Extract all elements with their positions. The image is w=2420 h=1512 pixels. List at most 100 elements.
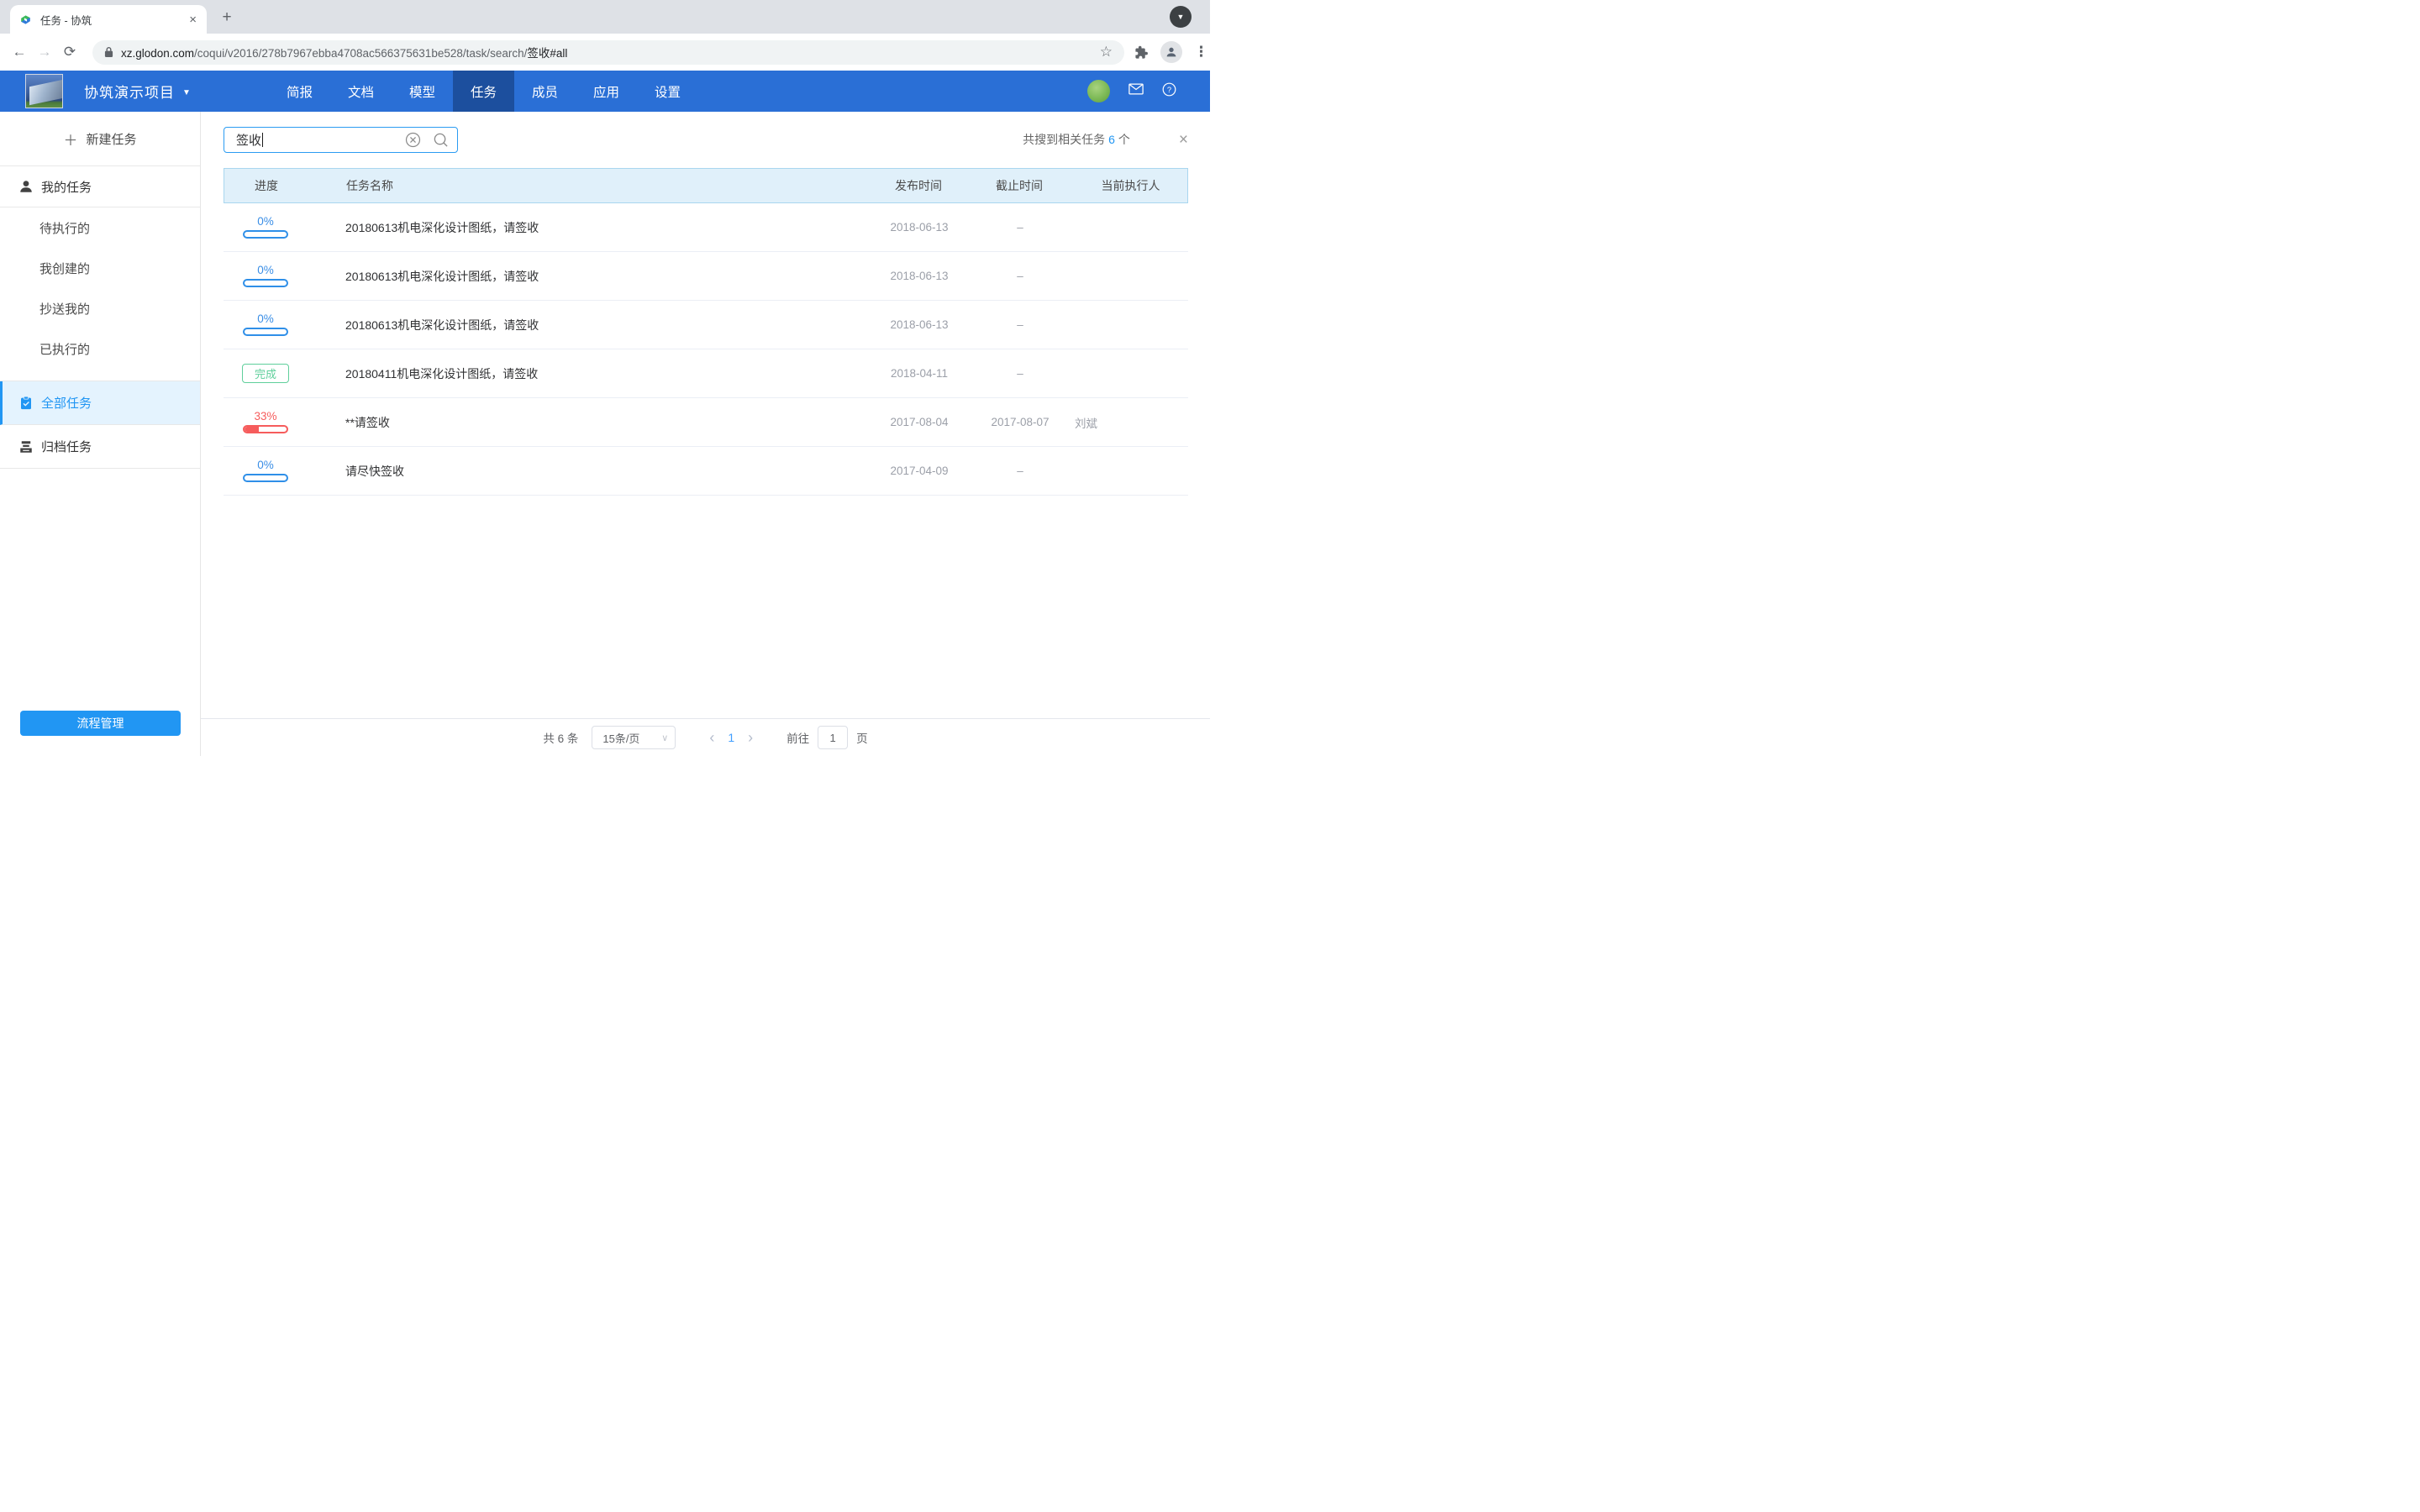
total-count: 共 6 条 — [543, 729, 578, 746]
bookmark-star-icon[interactable]: ☆ — [1095, 44, 1118, 60]
task-name[interactable]: 20180613机电深化设计图纸，请签收 — [345, 268, 865, 285]
publish-time: 2018-04-11 — [865, 367, 974, 380]
table-row[interactable]: 0% 0% 20180613机电深化设计图纸，请签收 2018-06-13 – — [224, 301, 1188, 349]
toolbar-right: ⋮ — [1134, 41, 1208, 63]
table-row[interactable]: 33% 33% **请签收 2017-08-04 2017-08-07 刘斌 — [224, 398, 1188, 447]
sidebar-item-created-by-me[interactable]: 我创建的 — [0, 248, 200, 288]
current-page[interactable]: 1 — [726, 731, 736, 744]
address-bar[interactable]: xz.glodon.com/coqui/v2016/278b7967ebba47… — [92, 40, 1124, 65]
clear-search-icon[interactable] — [405, 132, 421, 148]
svg-text:?: ? — [1167, 85, 1171, 93]
result-suffix: 个 — [1118, 131, 1130, 148]
nav-item-briefing[interactable]: 简报 — [269, 71, 330, 112]
archive-icon — [18, 439, 34, 454]
task-name[interactable]: 20180411机电深化设计图纸，请签收 — [345, 365, 865, 382]
sidebar-item-executed[interactable]: 已执行的 — [0, 328, 200, 369]
progress-label: 0% — [257, 313, 274, 325]
sidebar-item-archived[interactable]: 归档任务 — [0, 425, 200, 469]
close-search-results-icon[interactable]: × — [1179, 132, 1188, 148]
goto-label: 前往 — [786, 729, 809, 746]
user-avatar[interactable] — [1087, 80, 1110, 102]
tab-strip: 任务 - 协筑 × + ▼ — [0, 0, 1210, 34]
tab-search-chevron-icon[interactable]: ▼ — [1170, 6, 1192, 28]
sidebar-item-all-tasks[interactable]: 全部任务 — [0, 381, 200, 425]
task-name[interactable]: **请签收 — [345, 414, 865, 431]
table-row[interactable]: 0% 0% 20180613机电深化设计图纸，请签收 2018-06-13 – — [224, 203, 1188, 252]
table-row[interactable]: 0% 0% 请尽快签收 2017-04-09 – — [224, 447, 1188, 496]
table-row[interactable]: 0% 0% 20180613机电深化设计图纸，请签收 2018-06-13 – — [224, 252, 1188, 301]
main-nav: 简报 文档 模型 任务 成员 应用 设置 — [269, 71, 698, 112]
site-favicon-icon — [18, 13, 33, 27]
new-task-button[interactable]: ＋ 新建任务 — [0, 112, 200, 166]
prev-page-button[interactable]: ‹ — [697, 730, 726, 745]
page-size-value: 15条/页 — [602, 730, 661, 746]
sidebar-item-my-tasks[interactable]: 我的任务 — [0, 166, 200, 207]
search-input[interactable]: 签收 — [224, 127, 458, 153]
lock-icon — [104, 46, 113, 58]
nav-item-members[interactable]: 成员 — [514, 71, 576, 112]
url-fragment: 签收#all — [527, 47, 567, 60]
text-caret — [262, 133, 263, 147]
search-icon[interactable] — [433, 132, 449, 148]
tab-close-icon[interactable]: × — [187, 13, 198, 27]
publish-time: 2018-06-13 — [865, 221, 974, 234]
progress-label: 0% — [257, 265, 274, 276]
browser-menu-icon[interactable]: ⋮ — [1194, 44, 1208, 60]
extensions-icon[interactable] — [1134, 45, 1149, 60]
progress-fill — [245, 427, 259, 432]
page-size-select[interactable]: 15条/页 ∨ — [592, 726, 676, 749]
progress-cell: 0% 0% — [243, 313, 288, 336]
browser-profile-icon[interactable] — [1160, 41, 1182, 63]
archived-label: 归档任务 — [41, 438, 92, 455]
process-management-button[interactable]: 流程管理 — [20, 711, 181, 736]
progress-cell: 33% 33% — [243, 411, 288, 433]
publish-time: 2017-04-09 — [865, 465, 974, 477]
app-header: 协筑演示项目 ▼ 简报 文档 模型 任务 成员 应用 设置 ? — [0, 71, 1210, 112]
project-name: 协筑演示项目 — [84, 81, 175, 102]
col-deadline: 截止时间 — [973, 177, 1065, 194]
project-logo[interactable] — [25, 74, 63, 108]
task-name[interactable]: 20180613机电深化设计图纸，请签收 — [345, 219, 865, 236]
forward-button[interactable]: → — [32, 44, 57, 60]
progress-cell: 0% 0% — [243, 265, 288, 287]
publish-time: 2017-08-04 — [865, 416, 974, 428]
clipboard-check-icon — [18, 396, 34, 411]
search-value: 签收 — [236, 131, 261, 149]
sidebar-item-pending[interactable]: 待执行的 — [0, 207, 200, 248]
table-row[interactable]: 完成 完成 20180411机电深化设计图纸，请签收 2018-04-11 – — [224, 349, 1188, 398]
col-progress: 进度 — [255, 177, 278, 194]
page-unit: 页 — [856, 729, 868, 746]
project-switcher[interactable]: 协筑演示项目 ▼ — [84, 71, 192, 112]
deadline: – — [974, 221, 1066, 234]
nav-item-documents[interactable]: 文档 — [330, 71, 392, 112]
messages-icon[interactable] — [1128, 83, 1144, 99]
result-prefix: 共搜到相关任务 — [1023, 131, 1105, 148]
progress-bar — [243, 230, 288, 239]
new-task-label: 新建任务 — [86, 130, 136, 148]
nav-item-settings[interactable]: 设置 — [637, 71, 698, 112]
nav-item-apps[interactable]: 应用 — [576, 71, 637, 112]
task-name[interactable]: 请尽快签收 — [345, 463, 865, 480]
col-executor: 当前执行人 — [1065, 177, 1187, 194]
nav-item-models[interactable]: 模型 — [392, 71, 453, 112]
back-button[interactable]: ← — [7, 44, 32, 60]
goto-page-input[interactable] — [818, 726, 848, 749]
task-name[interactable]: 20180613机电深化设计图纸，请签收 — [345, 317, 865, 333]
table-header: 进度 任务名称 发布时间 截止时间 当前执行人 — [224, 168, 1188, 203]
reload-button[interactable]: ⟳ — [57, 44, 82, 60]
browser-tab[interactable]: 任务 - 协筑 × — [10, 5, 207, 34]
progress-bar — [243, 425, 288, 433]
progress-bar — [243, 474, 288, 482]
browser-window: 任务 - 协筑 × + ▼ ← → ⟳ xz.glodon.com/coqui/… — [0, 0, 1210, 756]
url-text: xz.glodon.com/coqui/v2016/278b7967ebba47… — [121, 44, 1095, 60]
col-publish-time: 发布时间 — [864, 177, 973, 194]
nav-item-tasks[interactable]: 任务 — [453, 71, 514, 112]
pagination-bar: 共 6 条 15条/页 ∨ ‹ 1 › 前往 页 — [201, 718, 1210, 756]
deadline: – — [974, 465, 1066, 477]
sidebar-item-cc-to-me[interactable]: 抄送我的 — [0, 288, 200, 328]
main-content: 签收 共搜到相关任务 6 个 × — [201, 112, 1210, 718]
help-icon[interactable]: ? — [1162, 82, 1176, 101]
task-table-body: 0% 0% 20180613机电深化设计图纸，请签收 2018-06-13 – … — [224, 203, 1188, 496]
new-tab-button[interactable]: + — [217, 8, 237, 28]
next-page-button[interactable]: › — [736, 730, 765, 745]
